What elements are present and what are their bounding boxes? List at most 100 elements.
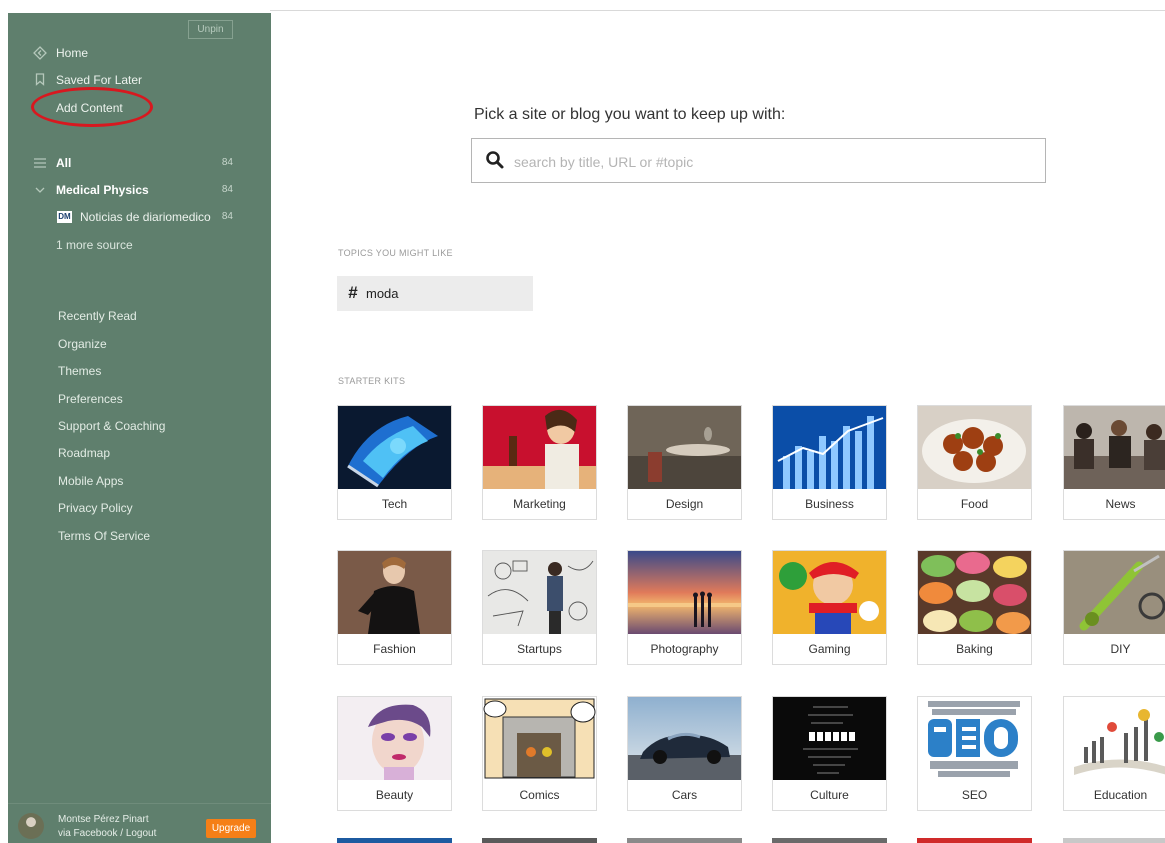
topic-label: moda	[366, 286, 399, 301]
kit-thumbnail	[483, 551, 596, 634]
feed-category[interactable]: Medical Physics 84	[8, 179, 271, 201]
feed-all[interactable]: All 84	[8, 152, 271, 174]
starter-kit-partial[interactable]	[772, 838, 887, 843]
kit-thumbnail	[483, 406, 596, 489]
kit-thumbnail	[773, 697, 886, 780]
kit-label: Culture	[810, 788, 849, 802]
starter-kit-design[interactable]: Design	[627, 405, 742, 520]
feed-all-label: All	[56, 156, 72, 170]
starter-kit-fashion[interactable]: Fashion	[337, 550, 452, 665]
nav-home[interactable]: Home	[8, 42, 271, 64]
kit-label: Fashion	[373, 642, 416, 656]
menu-organize[interactable]: Organize	[58, 333, 107, 355]
kit-thumbnail	[338, 551, 451, 634]
starter-kit-news[interactable]: News	[1063, 405, 1165, 520]
starter-kit-partial[interactable]	[627, 838, 742, 843]
topics-heading: TOPICS YOU MIGHT LIKE	[338, 248, 453, 258]
starter-kit-baking[interactable]: Baking	[917, 550, 1032, 665]
kit-label: Beauty	[375, 788, 414, 802]
menu-roadmap[interactable]: Roadmap	[58, 442, 110, 464]
search-field[interactable]	[471, 138, 1046, 183]
kit-thumbnail	[628, 697, 741, 780]
kit-thumbnail	[1064, 697, 1165, 780]
kit-label: Education	[1093, 788, 1148, 802]
feed-source-label: Noticias de diariomedico	[80, 210, 211, 224]
menu-terms[interactable]: Terms Of Service	[58, 525, 150, 547]
top-divider	[270, 10, 1165, 11]
starter-kit-tech[interactable]: Tech	[337, 405, 452, 520]
starter-kit-culture[interactable]: Culture	[772, 696, 887, 811]
kit-thumbnail	[1064, 551, 1165, 634]
feed-source[interactable]: DM Noticias de diariomedico 84	[8, 206, 271, 228]
starter-kit-diy[interactable]: DIY	[1063, 550, 1165, 665]
list-icon	[30, 152, 50, 175]
starter-kit-photography[interactable]: Photography	[627, 550, 742, 665]
feed-category-label: Medical Physics	[56, 183, 149, 197]
upgrade-button[interactable]: Upgrade	[206, 819, 256, 838]
feed-more-sources[interactable]: 1 more source	[8, 234, 271, 256]
bookmark-icon	[30, 69, 50, 93]
menu-preferences[interactable]: Preferences	[58, 388, 123, 410]
starter-kit-gaming[interactable]: Gaming	[772, 550, 887, 665]
kit-label: Design	[665, 497, 704, 511]
starter-kit-comics[interactable]: Comics	[482, 696, 597, 811]
starter-kits-heading: STARTER KITS	[338, 376, 406, 386]
kit-label: Food	[960, 497, 989, 511]
user-logout-link[interactable]: via Facebook / Logout	[58, 828, 156, 839]
kit-label: Marketing	[513, 497, 566, 511]
starter-kit-partial[interactable]	[337, 838, 452, 843]
kit-label: DIY	[1110, 642, 1131, 656]
kit-thumbnail	[338, 406, 451, 489]
sidebar: Unpin Home Saved For Later Add Content A…	[8, 13, 271, 843]
starter-kit-food[interactable]: Food	[917, 405, 1032, 520]
hash-icon: #	[348, 283, 358, 302]
starter-kit-education[interactable]: Education	[1063, 696, 1165, 811]
nav-saved-for-later[interactable]: Saved For Later	[8, 69, 271, 91]
avatar[interactable]	[18, 813, 44, 839]
kit-label: Business	[805, 497, 854, 511]
feed-all-count: 84	[221, 157, 233, 168]
kit-label: Tech	[381, 497, 408, 511]
kit-thumbnail	[918, 697, 1031, 780]
home-icon	[30, 42, 50, 67]
chevron-down-icon	[30, 179, 50, 201]
kit-label: Comics	[519, 788, 560, 802]
starter-kit-marketing[interactable]: Marketing	[482, 405, 597, 520]
page-title: Pick a site or blog you want to keep up …	[474, 106, 786, 123]
starter-kit-business[interactable]: Business	[772, 405, 887, 520]
source-logo: DM	[57, 211, 72, 223]
kit-thumbnail	[338, 697, 451, 780]
starter-kit-partial[interactable]	[917, 838, 1032, 843]
feed-category-count: 84	[221, 184, 233, 195]
kit-thumbnail	[628, 406, 741, 489]
nav-home-label: Home	[56, 46, 89, 60]
menu-support[interactable]: Support & Coaching	[58, 415, 165, 437]
menu-themes[interactable]: Themes	[58, 360, 101, 382]
starter-kit-partial[interactable]	[1063, 838, 1165, 843]
kit-thumbnail	[918, 406, 1031, 489]
starter-kit-cars[interactable]: Cars	[627, 696, 742, 811]
search-input[interactable]	[512, 147, 1036, 176]
highlight-circle	[31, 87, 153, 127]
unpin-button[interactable]: Unpin	[188, 20, 233, 39]
starter-kit-seo[interactable]: SEO	[917, 696, 1032, 811]
kit-label: News	[1105, 497, 1136, 511]
kit-label: Gaming	[808, 642, 851, 656]
kit-thumbnail	[483, 697, 596, 780]
starter-kit-beauty[interactable]: Beauty	[337, 696, 452, 811]
starter-kit-startups[interactable]: Startups	[482, 550, 597, 665]
kit-label: SEO	[961, 788, 988, 802]
topic-chip[interactable]: # moda	[337, 276, 533, 311]
kit-label: Startups	[517, 642, 562, 656]
kit-thumbnail	[628, 551, 741, 634]
user-name: Montse Pérez Pinart	[58, 814, 149, 825]
starter-kit-partial[interactable]	[482, 838, 597, 843]
menu-mobile-apps[interactable]: Mobile Apps	[58, 470, 123, 492]
menu-recently-read[interactable]: Recently Read	[58, 305, 137, 327]
menu-privacy-policy[interactable]: Privacy Policy	[58, 497, 133, 519]
feedly-page: Unpin Home Saved For Later Add Content A…	[0, 0, 1165, 843]
kit-thumbnail	[1064, 406, 1165, 489]
kit-label: Photography	[650, 642, 719, 656]
kit-thumbnail	[773, 406, 886, 489]
kit-thumbnail	[773, 551, 886, 634]
